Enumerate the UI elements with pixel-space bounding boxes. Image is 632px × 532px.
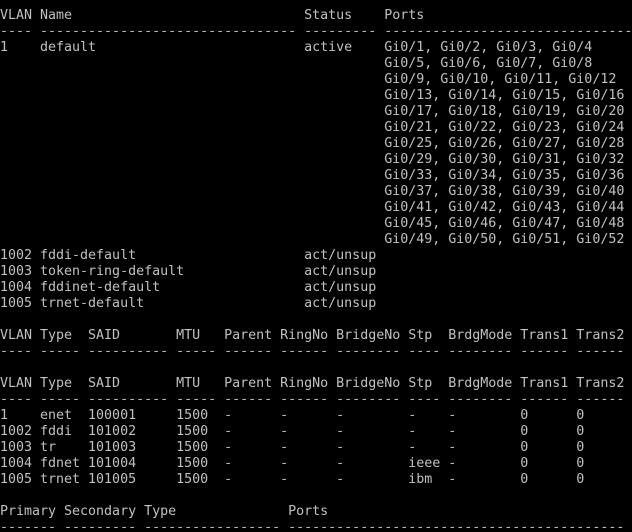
vlan-brief-row: 1003 token-ring-default act/unsup <box>0 264 377 279</box>
vlan-brief-ports-continuation: Gi0/41, Gi0/42, Gi0/43, Gi0/44 <box>0 200 625 215</box>
terminal-window[interactable]: VLAN Name Status Ports ---- -------------… <box>0 0 632 532</box>
vlan-brief-row: 1005 trnet-default act/unsup <box>0 296 377 311</box>
vlan-brief-header: VLAN Name Status Ports <box>0 8 425 23</box>
vlan-detail-row: 1002 fddi 101002 1500 - - - - - 0 0 <box>0 424 585 439</box>
vlan-brief-row: 1 default active Gi0/1, Gi0/2, Gi0/3, Gi… <box>0 40 593 55</box>
vlan-detail-header: VLAN Type SAID MTU Parent RingNo BridgeN… <box>0 328 625 343</box>
vlan-brief-ports-continuation: Gi0/13, Gi0/14, Gi0/15, Gi0/16 <box>0 88 625 103</box>
vlan-detail-separator: ---- ----- ---------- ----- ------ -----… <box>0 392 625 407</box>
vlan-detail-row: 1 enet 100001 1500 - - - - - 0 0 <box>0 408 585 423</box>
vlan-brief-ports-continuation: Gi0/49, Gi0/50, Gi0/51, Gi0/52 <box>0 232 625 247</box>
vlan-detail-header: VLAN Type SAID MTU Parent RingNo BridgeN… <box>0 376 625 391</box>
vlan-brief-ports-continuation: Gi0/21, Gi0/22, Gi0/23, Gi0/24 <box>0 120 625 135</box>
vlan-brief-ports-continuation: Gi0/5, Gi0/6, Gi0/7, Gi0/8 <box>0 56 593 71</box>
private-vlan-header: Primary Secondary Type Ports <box>0 504 329 519</box>
vlan-detail-row: 1005 trnet 101005 1500 - - - ibm - 0 0 <box>0 472 585 487</box>
vlan-brief-row: 1004 fddinet-default act/unsup <box>0 280 377 295</box>
vlan-brief-ports-continuation: Gi0/29, Gi0/30, Gi0/31, Gi0/32 <box>0 152 625 167</box>
private-vlan-separator: ------- --------- ----------------- ----… <box>0 520 625 532</box>
vlan-brief-ports-continuation: Gi0/33, Gi0/34, Gi0/35, Gi0/36 <box>0 168 625 183</box>
vlan-detail-row: 1003 tr 101003 1500 - - - - - 0 0 <box>0 440 585 455</box>
vlan-detail-row: 1004 fdnet 101004 1500 - - - ieee - 0 0 <box>0 456 585 471</box>
vlan-brief-ports-continuation: Gi0/25, Gi0/26, Gi0/27, Gi0/28 <box>0 136 625 151</box>
vlan-brief-ports-continuation: Gi0/45, Gi0/46, Gi0/47, Gi0/48 <box>0 216 625 231</box>
vlan-brief-ports-continuation: Gi0/17, Gi0/18, Gi0/19, Gi0/20 <box>0 104 625 119</box>
vlan-brief-row: 1002 fddi-default act/unsup <box>0 248 377 263</box>
vlan-brief-separator: ---- -------------------------------- --… <box>0 24 632 39</box>
vlan-brief-ports-continuation: Gi0/37, Gi0/38, Gi0/39, Gi0/40 <box>0 184 625 199</box>
vlan-brief-ports-continuation: Gi0/9, Gi0/10, Gi0/11, Gi0/12 <box>0 72 617 87</box>
terminal-output: VLAN Name Status Ports ---- -------------… <box>0 8 632 532</box>
vlan-detail-separator: ---- ----- ---------- ----- ------ -----… <box>0 344 625 359</box>
